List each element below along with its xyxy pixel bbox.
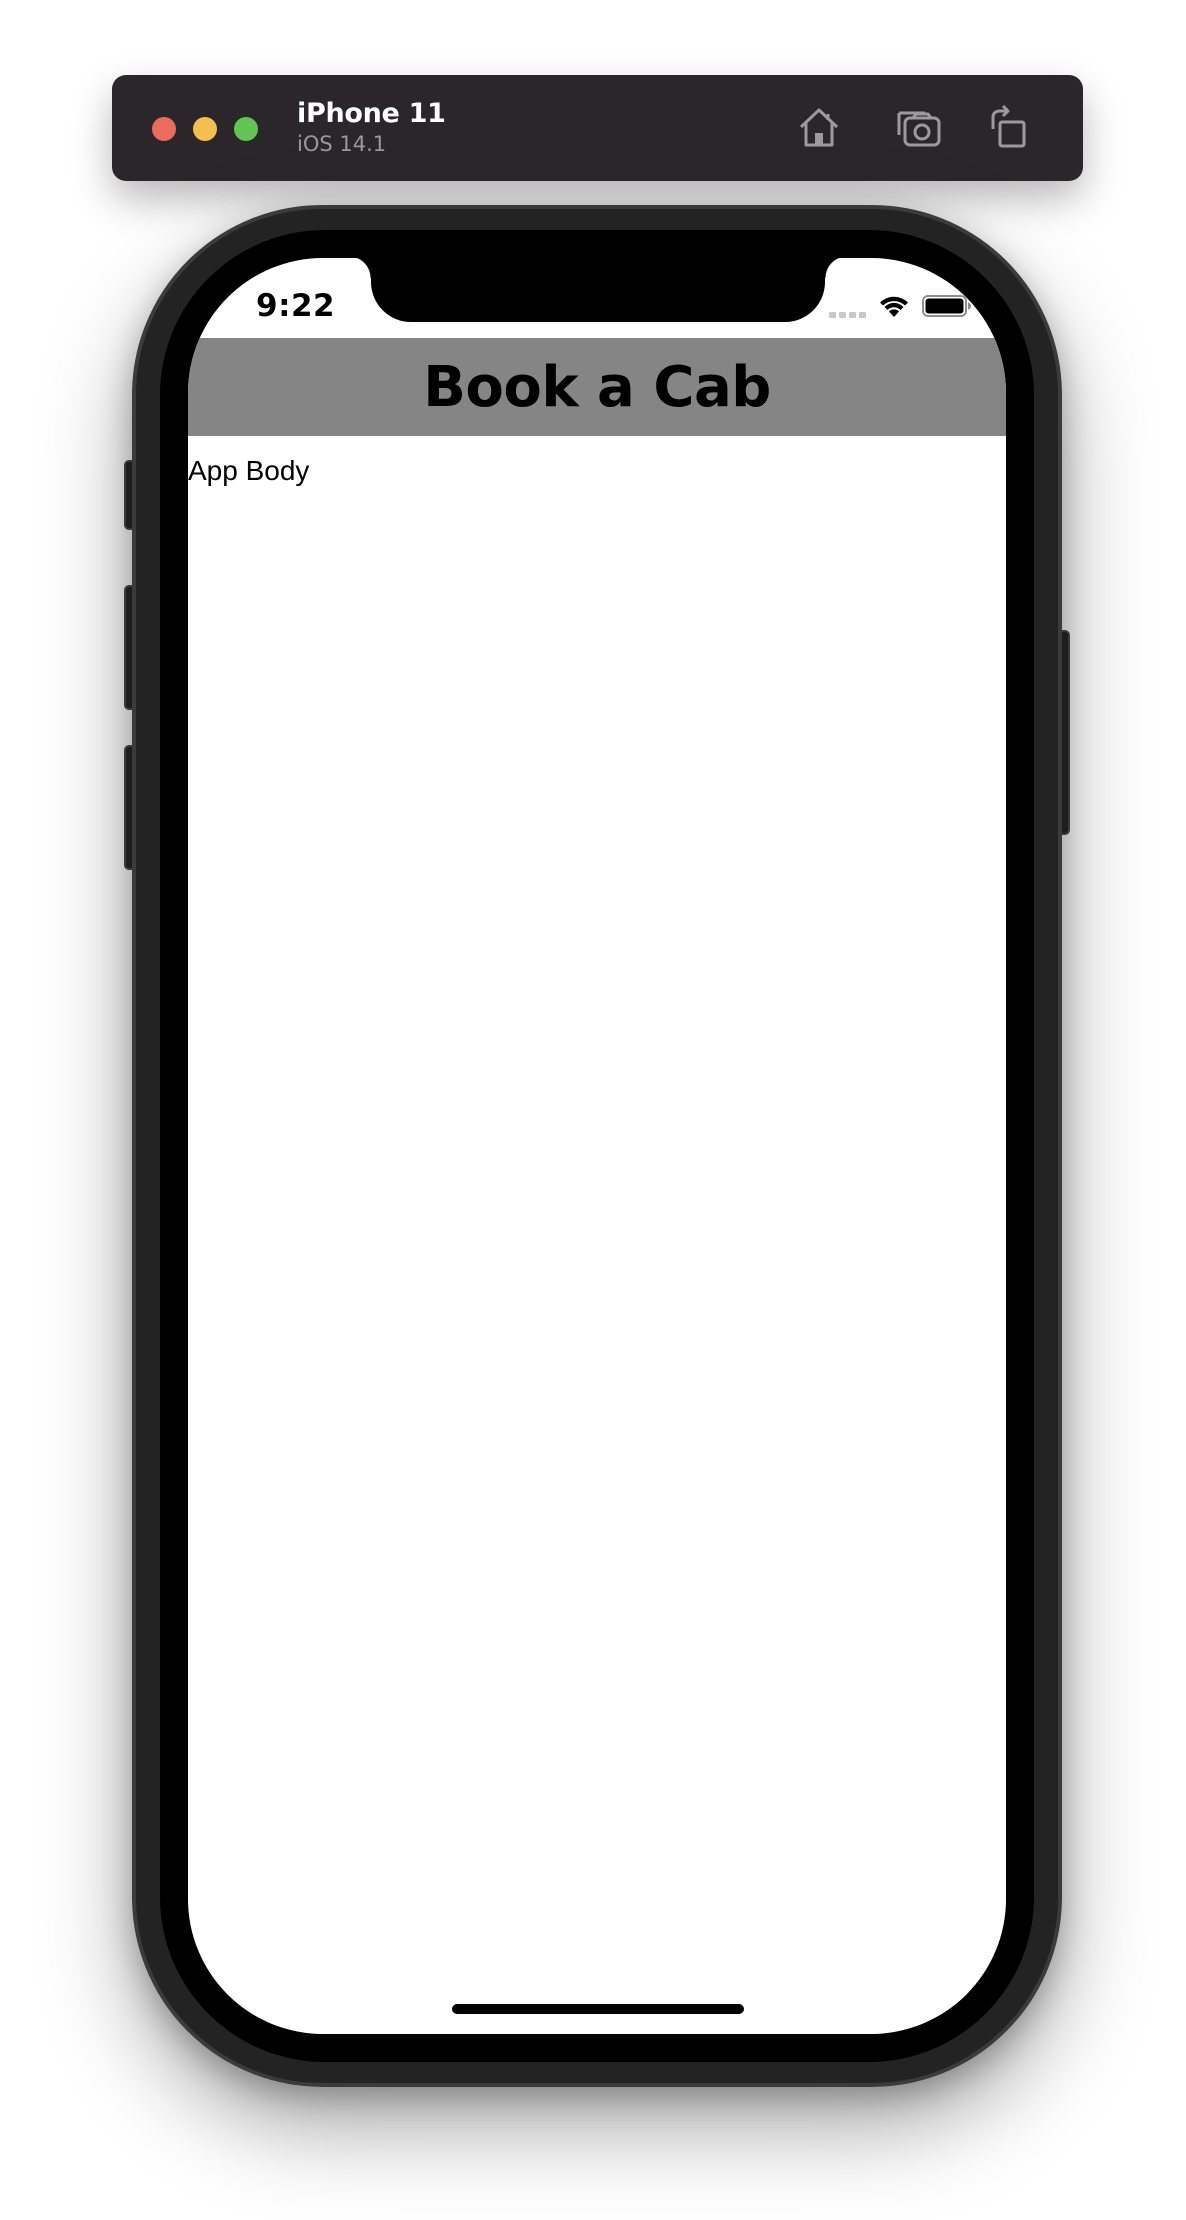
home-icon[interactable] bbox=[795, 105, 843, 149]
home-indicator[interactable] bbox=[452, 2004, 744, 2014]
close-button[interactable] bbox=[152, 117, 176, 141]
page-title: Book a Cab bbox=[423, 354, 771, 420]
cellular-signal-icon bbox=[829, 294, 866, 318]
zoom-button[interactable] bbox=[234, 117, 258, 141]
device-name: iPhone 11 bbox=[297, 98, 446, 129]
rotate-icon[interactable] bbox=[985, 104, 1033, 149]
phone-screen: 9:22 Book a Cab App Body bbox=[188, 258, 1006, 2034]
app-body-text: App Body bbox=[188, 455, 310, 486]
screenshot-icon[interactable] bbox=[895, 105, 943, 149]
simulator-stage: iPhone 11 iOS 14.1 9:22 Book a Cab App B… bbox=[0, 0, 1186, 2220]
status-icons bbox=[829, 294, 972, 318]
status-time: 9:22 bbox=[256, 288, 336, 324]
wifi-icon bbox=[880, 296, 908, 317]
minimize-button[interactable] bbox=[193, 117, 217, 141]
app-header: Book a Cab bbox=[188, 338, 1006, 436]
battery-icon bbox=[922, 295, 971, 317]
os-version: iOS 14.1 bbox=[297, 132, 387, 156]
notch bbox=[349, 258, 847, 322]
